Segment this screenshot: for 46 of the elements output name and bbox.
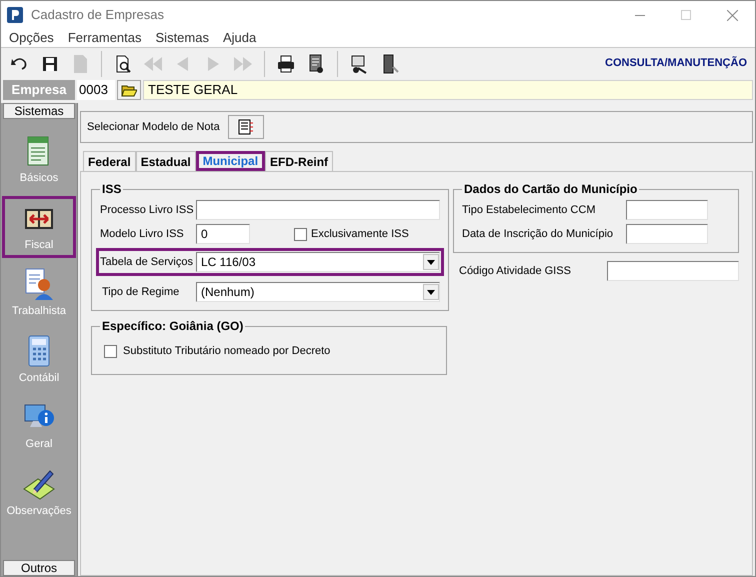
checkbox-label: Substituto Tributário nomeado por Decreto [123,344,330,359]
field-label: Código Atividade GISS [459,264,572,279]
open-folder-button[interactable] [117,80,141,100]
dropdown[interactable]: LC 116/03 [196,252,440,272]
input-field[interactable] [626,224,708,244]
menu-item[interactable]: Ajuda [222,28,256,48]
mode-label: CONSULTA/MANUTENÇÃO [605,55,748,72]
group-title: Dados do Cartão do Município [463,181,638,198]
input-field[interactable] [196,200,440,220]
tab[interactable]: EFD-Reinf [265,151,334,171]
empresa-label: Empresa [3,80,75,100]
field-label: Tabela de Serviços [100,254,194,270]
tab[interactable]: Federal [83,151,136,171]
printer-icon[interactable] [275,52,297,74]
close-icon[interactable] [726,10,738,20]
tab[interactable]: Estadual [136,151,196,171]
model-label: Selecionar Modelo de Nota [87,120,220,135]
group-title: ISS [101,181,122,198]
sidebar-footer[interactable]: Outros [3,560,75,576]
select-model-button[interactable] [228,115,264,139]
field-label: Data de Inscrição do Município [462,226,614,242]
tab[interactable]: Municipal [196,151,266,171]
checkbox[interactable] [294,228,307,240]
menu-item[interactable]: Ferramentas [68,28,142,48]
sidebar-header[interactable]: Sistemas [3,103,75,119]
checkbox[interactable] [104,344,117,358]
checkbox-label: Exclusivamente ISS [311,226,409,242]
caret-icon [423,284,439,300]
app-logo-icon [7,7,23,23]
caret-icon [423,254,439,270]
minimize-icon[interactable] [635,14,645,16]
company-code-field[interactable]: 0003 [77,80,115,100]
field-label: Modelo Livro ISS [100,226,185,242]
input-field[interactable]: 0 [196,224,250,244]
company-name-field[interactable]: TESTE GERAL [143,80,753,100]
group-title: Específico: Goiânia (GO) [101,318,244,335]
menu-item[interactable]: Sistemas [156,28,209,48]
window-title: Cadastro de Empresas [31,6,165,24]
dropdown[interactable]: (Nenhum) [196,282,440,302]
field-label: Tipo Estabelecimento CCM [462,202,596,218]
input-field[interactable] [626,200,708,220]
field-label: Tipo de Regime [101,284,180,300]
field-label: Processo Livro ISS [100,202,195,218]
menu-item[interactable]: Opções [9,28,54,48]
list-icon [238,119,254,135]
input-field[interactable] [607,261,739,281]
